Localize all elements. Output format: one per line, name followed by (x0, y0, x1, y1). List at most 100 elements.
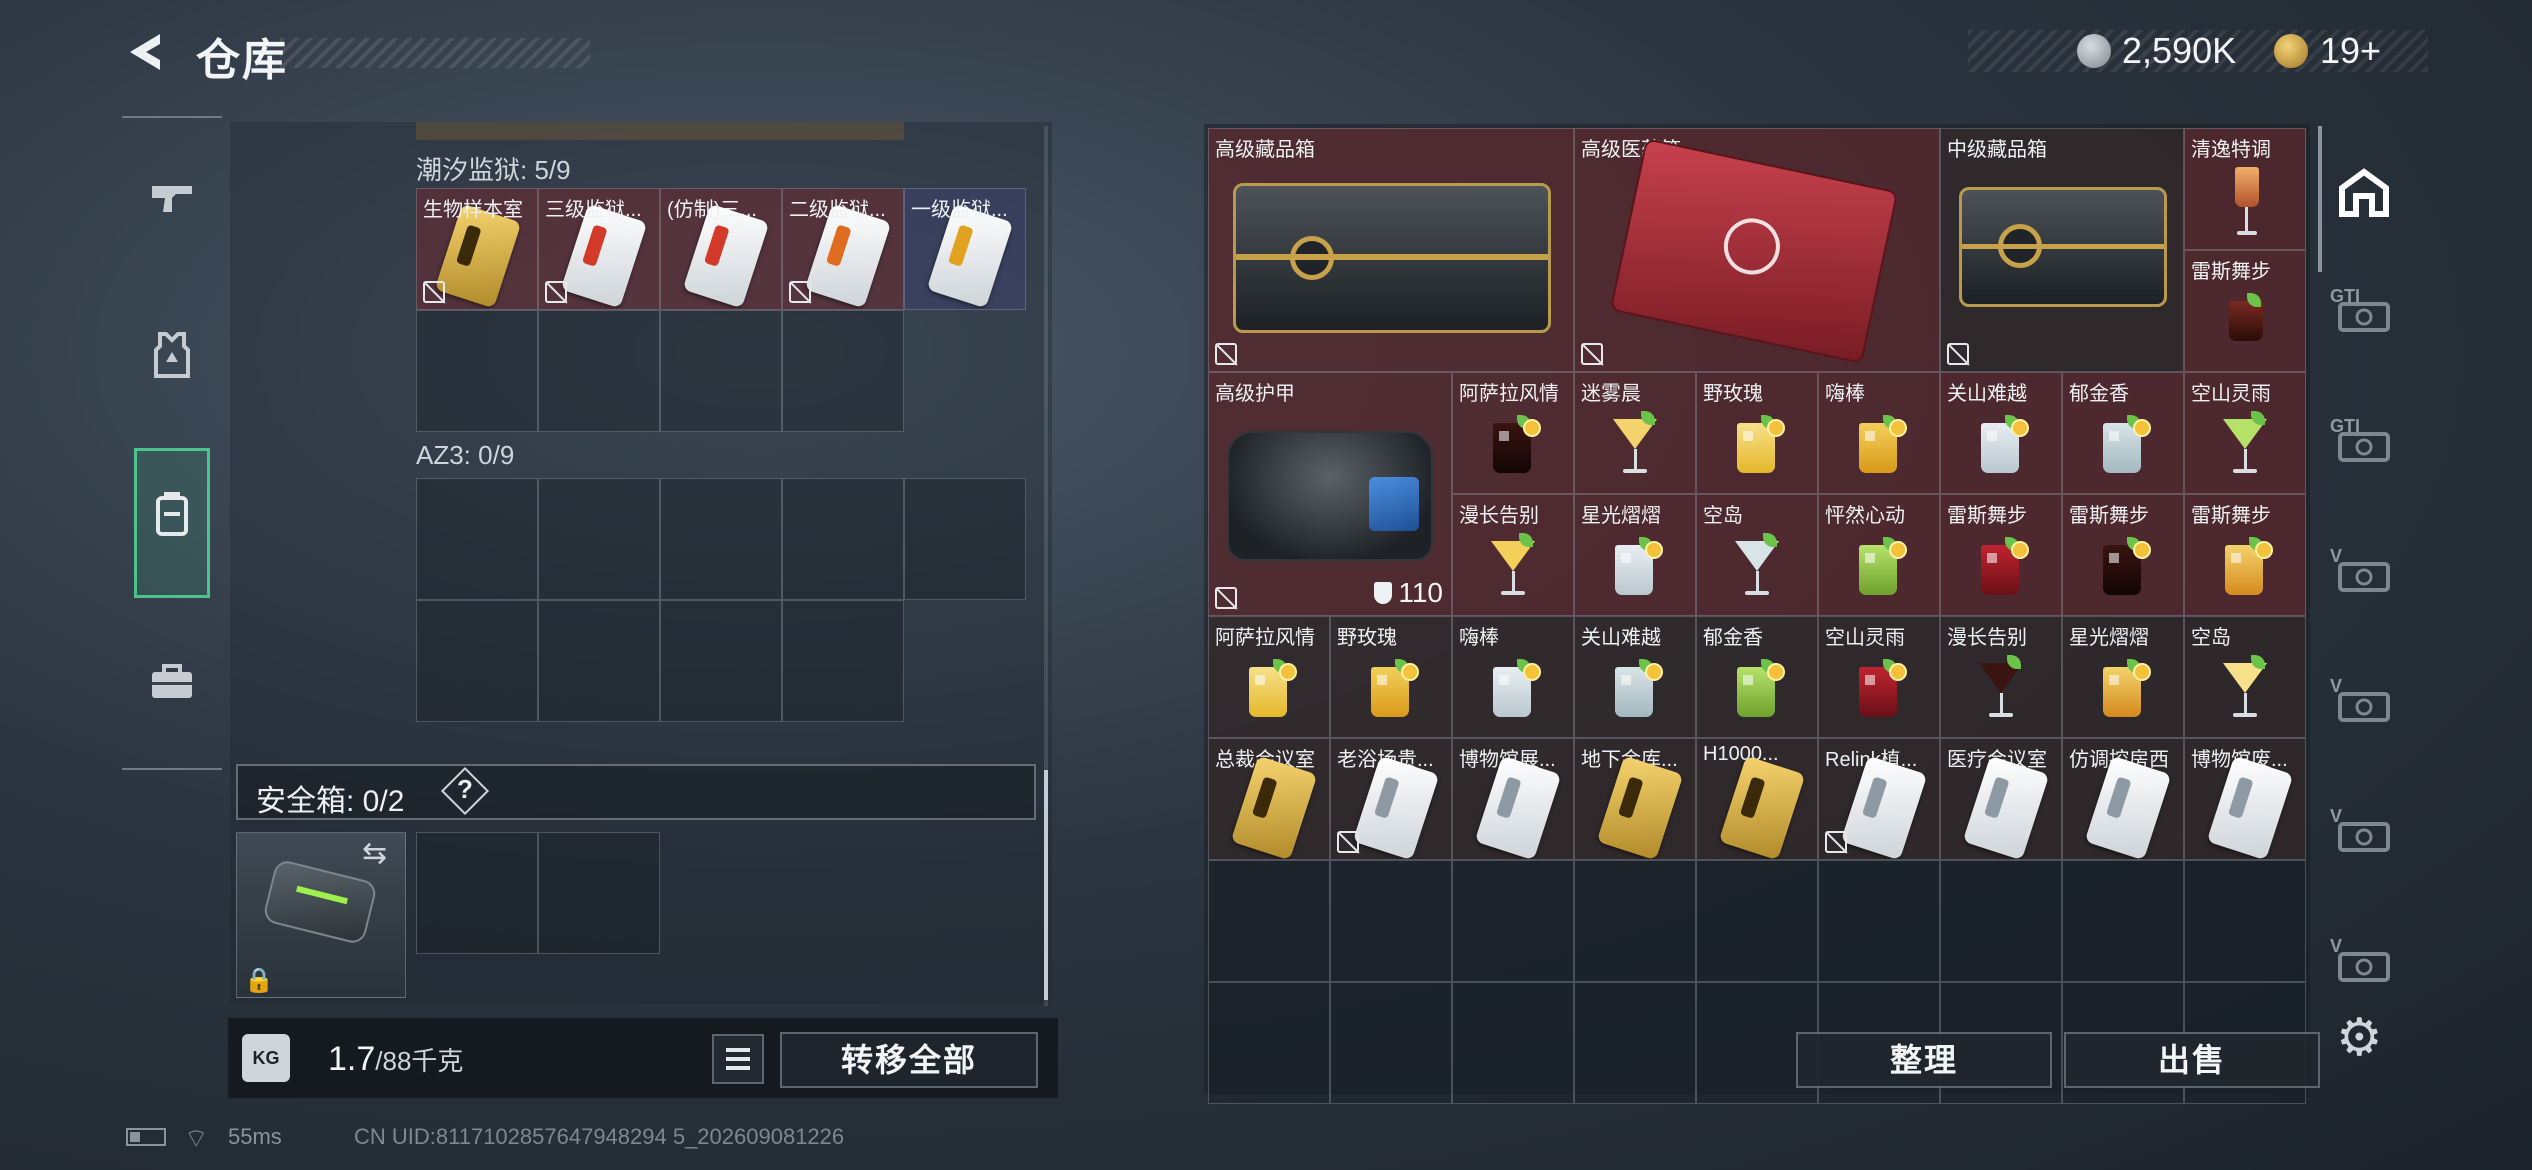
stash-item-drink[interactable]: 阿萨拉风情 (1452, 372, 1574, 494)
empty-slot[interactable] (1574, 982, 1696, 1104)
empty-slot[interactable] (416, 478, 538, 600)
stash-item-mid-collection-box[interactable]: 中级藏品箱 (1940, 128, 2184, 372)
stash-item-drink[interactable]: 关山难越 (1574, 616, 1696, 738)
empty-slot[interactable] (782, 478, 904, 600)
stash-item-drink[interactable]: 星光熠熠 (2062, 616, 2184, 738)
empty-slot[interactable] (1940, 860, 2062, 982)
empty-slot[interactable] (416, 832, 538, 954)
stash-item-keycard[interactable]: 博物馆展... (1452, 738, 1574, 860)
list-view-button[interactable] (712, 1034, 764, 1084)
key-card-slot[interactable]: 生物样本室 (416, 188, 538, 310)
empty-slot[interactable] (538, 600, 660, 722)
stash-item-keycard[interactable]: H1000... (1696, 738, 1818, 860)
stash-tab-3[interactable] (2334, 550, 2394, 610)
stash-item-drink[interactable]: 嗨棒 (1452, 616, 1574, 738)
empty-slot[interactable] (782, 600, 904, 722)
empty-slot[interactable] (1452, 982, 1574, 1104)
item-label: 生物样本室 (423, 199, 523, 221)
stash-item-keycard[interactable]: 博物馆废... (2184, 738, 2306, 860)
back-arrow-icon[interactable] (120, 28, 168, 76)
stash-item-keycard[interactable]: 仿调控房西 (2062, 738, 2184, 860)
empty-slot[interactable] (1330, 860, 1452, 982)
stash-item-premium-medical-box[interactable]: 高级医药箱 (1574, 128, 1940, 372)
empty-slot[interactable] (1208, 860, 1330, 982)
pistol-icon[interactable] (140, 170, 204, 234)
stash-item-keycard[interactable]: 总裁会议室 (1208, 738, 1330, 860)
empty-slot[interactable] (2184, 860, 2306, 982)
stash-item-drink[interactable]: 关山难越 (1940, 372, 2062, 494)
stash-item-drink[interactable]: 雷斯舞步 (1940, 494, 2062, 616)
safe-house-icon[interactable] (2334, 166, 2394, 226)
stash-tab-5[interactable] (2334, 810, 2394, 870)
settings-gear-icon[interactable]: ⚙ (2336, 1008, 2383, 1068)
help-mark: ? (457, 774, 473, 804)
empty-slot[interactable] (2062, 860, 2184, 982)
sort-button[interactable]: 整理 (1796, 1032, 2052, 1088)
backpack-icon[interactable] (140, 490, 204, 554)
stash-item-drink[interactable]: 野玫瑰 (1696, 372, 1818, 494)
empty-slot[interactable] (660, 478, 782, 600)
stash-item-drink[interactable]: 漫长告别 (1940, 616, 2062, 738)
key-card-slot[interactable]: 二级监狱... (782, 188, 904, 310)
stash-item-drink[interactable]: 空岛 (2184, 616, 2306, 738)
item-label: 关山难越 (1947, 383, 2027, 405)
empty-slot[interactable] (1452, 860, 1574, 982)
transfer-all-button[interactable]: 转移全部 (780, 1032, 1038, 1088)
empty-slot[interactable] (1330, 982, 1452, 1104)
stash-item-drink[interactable]: 雷斯舞步 (2184, 494, 2306, 616)
empty-slot[interactable] (538, 478, 660, 600)
item-label: 阿萨拉风情 (1459, 383, 1559, 405)
vest-icon[interactable] (140, 330, 204, 394)
stash-item-drink[interactable]: 漫长告别 (1452, 494, 1574, 616)
empty-slot[interactable] (1208, 982, 1330, 1104)
stash-item-drink[interactable]: 雷斯舞步 (2184, 250, 2306, 372)
stash-item-keycard[interactable]: 医疗会议室 (1940, 738, 2062, 860)
stash-item-drink[interactable]: 阿萨拉风情 (1208, 616, 1330, 738)
stash-item-keycard[interactable]: Relink植... (1818, 738, 1940, 860)
stash-item-drink[interactable]: 清逸特调 (2184, 128, 2306, 250)
empty-slot[interactable] (1818, 860, 1940, 982)
stash-item-drink[interactable]: 郁金香 (2062, 372, 2184, 494)
empty-slot[interactable] (416, 600, 538, 722)
swap-icon[interactable]: ⇆ (362, 836, 387, 871)
stash-tab-6[interactable] (2334, 940, 2394, 1000)
key-card-slot[interactable]: 三级监狱... (538, 188, 660, 310)
item-label: 空山灵雨 (2191, 383, 2271, 405)
key-card-slot[interactable]: 一级监狱... (904, 188, 1026, 310)
stash-item-premium-collection-box[interactable]: 高级藏品箱 (1208, 128, 1574, 372)
empty-slot[interactable] (660, 600, 782, 722)
stash-item-drink[interactable]: 嗨棒 (1818, 372, 1940, 494)
stash-item-drink[interactable]: 空山灵雨 (1818, 616, 1940, 738)
empty-slot[interactable] (1696, 860, 1818, 982)
stash-item-drink[interactable]: 怦然心动 (1818, 494, 1940, 616)
empty-slot[interactable] (538, 310, 660, 432)
item-label: 中级藏品箱 (1947, 139, 2047, 161)
stash-item-drink[interactable]: 迷雾晨 (1574, 372, 1696, 494)
stash-item-drink[interactable]: 星光熠熠 (1574, 494, 1696, 616)
empty-slot[interactable] (782, 310, 904, 432)
stash-item-drink[interactable]: 野玫瑰 (1330, 616, 1452, 738)
sell-button[interactable]: 出售 (2064, 1032, 2320, 1088)
key-card-slot[interactable]: (仿制)三... (660, 188, 782, 310)
stash-item-drink[interactable]: 空岛 (1696, 494, 1818, 616)
stash-item-keycard[interactable]: 地下金库... (1574, 738, 1696, 860)
stash-item-premium-armor[interactable]: 高级护甲 110 (1208, 372, 1452, 616)
empty-slot[interactable] (904, 478, 1026, 600)
gold-currency-value[interactable]: 19+ (2320, 30, 2381, 72)
item-label: 空岛 (2191, 627, 2231, 649)
stash-item-keycard[interactable]: 老浴场贵... (1330, 738, 1452, 860)
stash-scroll-thumb[interactable] (2318, 126, 2322, 272)
medical-box-icon (1609, 138, 1899, 364)
stash-tab-4[interactable] (2334, 680, 2394, 740)
empty-slot[interactable] (1574, 860, 1696, 982)
stash-item-drink[interactable]: 郁金香 (1696, 616, 1818, 738)
empty-slot[interactable] (538, 832, 660, 954)
briefcase-icon[interactable] (140, 652, 204, 716)
shield-icon (1374, 582, 1393, 604)
armor-value: 110 (1398, 577, 1443, 608)
stash-item-drink[interactable]: 空山灵雨 (2184, 372, 2306, 494)
stash-item-drink[interactable]: 雷斯舞步 (2062, 494, 2184, 616)
empty-slot[interactable] (660, 310, 782, 432)
empty-slot[interactable] (416, 310, 538, 432)
backpack-scroll-thumb[interactable] (1044, 770, 1048, 1000)
